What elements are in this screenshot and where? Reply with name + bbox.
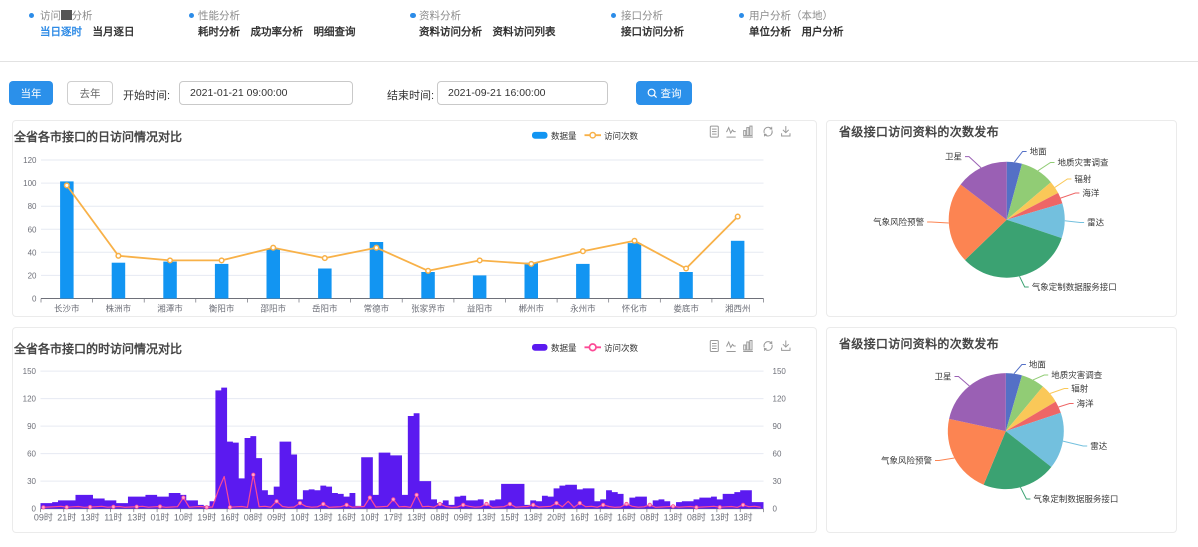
svg-text:气象定制数据服务接口: 气象定制数据服务接口	[1032, 282, 1117, 292]
svg-text:08时: 08时	[640, 512, 659, 523]
svg-text:气象风险预警: 气象风险预警	[881, 456, 933, 466]
svg-text:衡阳市: 衡阳市	[209, 304, 235, 314]
svg-text:120: 120	[773, 395, 787, 404]
svg-text:16时: 16时	[220, 512, 239, 523]
svg-text:邵阳市: 邵阳市	[260, 304, 286, 314]
svg-text:海洋: 海洋	[1082, 188, 1100, 198]
svg-text:株洲市: 株洲市	[106, 304, 132, 314]
svg-text:访问次数: 访问次数	[604, 131, 639, 141]
svg-text:100: 100	[23, 179, 37, 188]
svg-text:雷达: 雷达	[1090, 441, 1108, 451]
svg-text:气象定制数据服务接口: 气象定制数据服务接口	[1033, 494, 1118, 504]
svg-text:16时: 16时	[594, 512, 613, 523]
svg-text:13时: 13时	[81, 512, 100, 523]
svg-text:09时: 09时	[267, 512, 286, 523]
svg-text:01时: 01时	[150, 512, 169, 523]
svg-text:数据量: 数据量	[551, 131, 577, 141]
svg-text:雷达: 雷达	[1087, 218, 1105, 228]
svg-text:13时: 13时	[664, 512, 683, 523]
svg-text:80: 80	[28, 202, 37, 211]
svg-text:60: 60	[773, 450, 782, 459]
svg-text:09时: 09时	[34, 512, 53, 523]
svg-text:13时: 13时	[477, 512, 496, 523]
svg-text:90: 90	[27, 422, 36, 431]
svg-text:长沙市: 长沙市	[54, 304, 80, 314]
svg-text:张家界市: 张家界市	[411, 304, 446, 314]
svg-text:13时: 13时	[710, 512, 729, 523]
svg-text:永州市: 永州市	[570, 304, 596, 314]
svg-text:13时: 13时	[734, 512, 753, 523]
svg-text:岳阳市: 岳阳市	[312, 304, 338, 314]
svg-text:08时: 08时	[244, 512, 263, 523]
svg-text:19时: 19时	[197, 512, 216, 523]
svg-text:卫星: 卫星	[934, 372, 951, 382]
svg-text:09时: 09时	[454, 512, 473, 523]
svg-text:11时: 11时	[104, 512, 122, 523]
svg-text:海洋: 海洋	[1077, 399, 1095, 409]
svg-text:16时: 16时	[617, 512, 636, 523]
svg-text:120: 120	[23, 156, 37, 165]
svg-text:地质灾害调查: 地质灾害调查	[1058, 158, 1110, 168]
svg-text:数据量: 数据量	[551, 343, 577, 353]
svg-text:21时: 21时	[57, 512, 76, 523]
svg-text:08时: 08时	[687, 512, 706, 523]
svg-text:卫星: 卫星	[945, 152, 962, 162]
svg-text:地面: 地面	[1029, 360, 1047, 370]
svg-text:怀化市: 怀化市	[622, 304, 648, 314]
svg-text:13时: 13时	[314, 512, 333, 523]
svg-text:地质灾害调查: 地质灾害调查	[1051, 370, 1103, 380]
svg-text:湘西州: 湘西州	[725, 304, 751, 314]
svg-text:10时: 10时	[174, 512, 193, 523]
svg-text:气象风险预警: 气象风险预警	[873, 217, 925, 227]
svg-text:13时: 13时	[524, 512, 543, 523]
svg-text:10时: 10时	[360, 512, 379, 523]
svg-text:常德市: 常德市	[364, 304, 390, 314]
svg-text:辐射: 辐射	[1074, 174, 1092, 184]
svg-text:30: 30	[773, 477, 782, 486]
svg-text:120: 120	[23, 395, 37, 404]
svg-text:郴州市: 郴州市	[519, 304, 545, 314]
svg-text:20: 20	[28, 271, 37, 280]
svg-text:60: 60	[28, 225, 37, 234]
svg-text:90: 90	[773, 422, 782, 431]
svg-text:16时: 16时	[570, 512, 589, 523]
svg-text:地面: 地面	[1030, 147, 1048, 157]
svg-text:益阳市: 益阳市	[467, 304, 493, 314]
svg-text:150: 150	[23, 367, 37, 376]
svg-text:08时: 08时	[430, 512, 449, 523]
svg-text:150: 150	[773, 367, 787, 376]
svg-text:0: 0	[32, 295, 37, 304]
svg-text:13时: 13时	[127, 512, 146, 523]
svg-text:娄底市: 娄底市	[673, 304, 699, 314]
svg-text:访问次数: 访问次数	[604, 343, 639, 353]
svg-text:17时: 17时	[384, 512, 403, 523]
svg-text:20时: 20时	[547, 512, 566, 523]
svg-text:40: 40	[28, 248, 37, 257]
svg-text:湘潭市: 湘潭市	[157, 304, 183, 314]
svg-text:15时: 15时	[500, 512, 519, 523]
svg-text:16时: 16时	[337, 512, 356, 523]
svg-text:60: 60	[27, 450, 36, 459]
svg-text:0: 0	[773, 505, 778, 514]
svg-text:13时: 13时	[407, 512, 426, 523]
svg-text:10时: 10时	[290, 512, 309, 523]
svg-text:30: 30	[27, 477, 36, 486]
svg-text:辐射: 辐射	[1071, 384, 1089, 394]
